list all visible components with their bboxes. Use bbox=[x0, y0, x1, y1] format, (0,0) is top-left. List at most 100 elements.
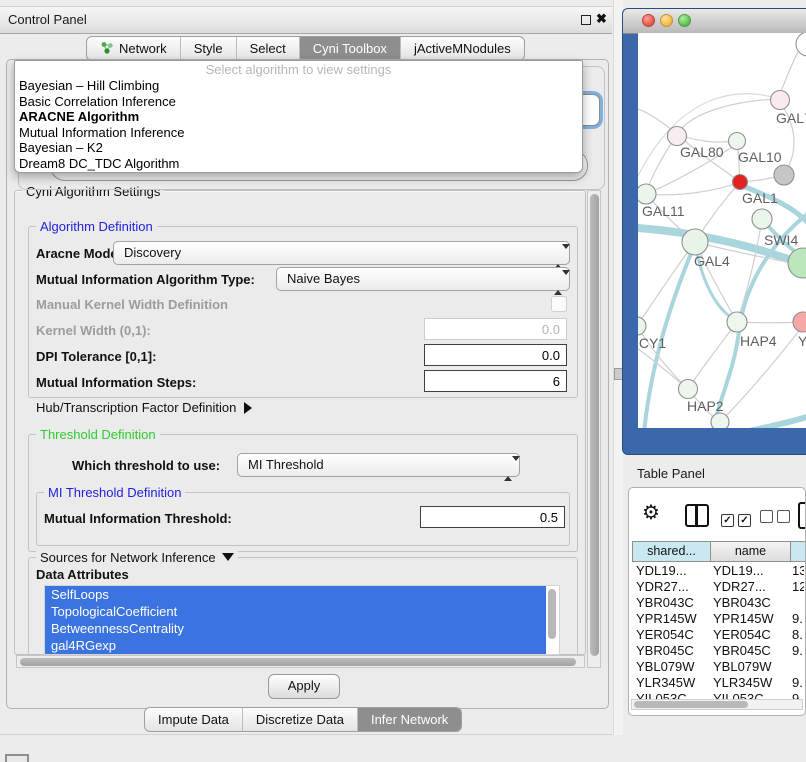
network-node[interactable] bbox=[733, 175, 748, 190]
table-cell: YLR345W bbox=[636, 675, 709, 691]
scrollbar-thumb[interactable] bbox=[20, 658, 576, 666]
tab-discretize-data[interactable]: Discretize Data bbox=[242, 708, 357, 731]
manual-kernel-checkbox[interactable] bbox=[551, 296, 567, 312]
gear-icon[interactable]: ⚙ bbox=[642, 500, 660, 525]
tab-cyni-toolbox[interactable]: Cyni Toolbox bbox=[299, 37, 400, 60]
dropdown-item-selected[interactable]: ARACNE Algorithm bbox=[15, 109, 582, 125]
dropdown-item[interactable]: Mutual Information Inference bbox=[15, 125, 582, 141]
table-row[interactable]: YDR27...YDR27...12 bbox=[632, 579, 804, 595]
settings-horizontal-scrollbar[interactable] bbox=[16, 655, 585, 668]
mi-type-combobox[interactable]: Naive Bayes bbox=[276, 267, 570, 291]
dpi-tolerance-field[interactable] bbox=[424, 344, 567, 366]
tab-impute-data[interactable]: Impute Data bbox=[145, 708, 242, 731]
network-node[interactable] bbox=[727, 312, 747, 332]
algorithm-definition-title: Algorithm Definition bbox=[36, 219, 157, 234]
attribute-item[interactable]: SelfLoops bbox=[45, 586, 546, 603]
tab-infer-network[interactable]: Infer Network bbox=[357, 708, 461, 731]
control-panel-titlebar: Control Panel ✖ bbox=[0, 6, 612, 34]
column-header-shared-name[interactable]: shared... bbox=[632, 541, 711, 562]
aracne-mode-combobox[interactable]: Discovery bbox=[113, 241, 570, 265]
table-cell: 9. bbox=[792, 675, 803, 691]
table-row[interactable]: YLR345WYLR345W9. bbox=[632, 675, 804, 691]
network-node[interactable] bbox=[668, 127, 687, 146]
attribute-item[interactable]: BetweennessCentrality bbox=[45, 620, 546, 637]
columns-icon[interactable] bbox=[685, 504, 709, 527]
network-node[interactable] bbox=[752, 209, 772, 229]
table-cell: YDL19... bbox=[713, 563, 789, 579]
zoom-traffic-light-icon[interactable] bbox=[678, 14, 691, 27]
table-body: YDL19...YDL19...13YDR27...YDR27...12YBR0… bbox=[632, 563, 804, 699]
settings-vertical-scrollbar[interactable] bbox=[587, 190, 601, 668]
network-node[interactable] bbox=[771, 91, 790, 110]
network-node[interactable] bbox=[638, 184, 656, 204]
node-label: GAL7 bbox=[776, 110, 806, 126]
mi-threshold-field[interactable] bbox=[420, 506, 565, 528]
attribute-item[interactable]: gal4RGexp bbox=[45, 637, 546, 654]
close-traffic-light-icon[interactable] bbox=[642, 14, 655, 27]
mi-threshold-definition-title: MI Threshold Definition bbox=[44, 485, 185, 500]
network-node[interactable] bbox=[729, 133, 746, 150]
tab-network[interactable]: Network bbox=[87, 37, 180, 60]
kernel-width-field[interactable] bbox=[424, 318, 567, 340]
minimized-panel-icon[interactable] bbox=[5, 754, 29, 762]
deselect-all-icon[interactable] bbox=[760, 510, 794, 528]
mi-steps-field[interactable] bbox=[424, 370, 567, 392]
network-canvas[interactable]: GAL7GAL80GAL10GAL1GAL11SWI4GAL4HAP4YGCY1… bbox=[638, 33, 806, 428]
network-node[interactable] bbox=[774, 165, 794, 185]
close-icon[interactable]: ✖ bbox=[596, 11, 607, 27]
table-row[interactable]: YBR045CYBR045C9. bbox=[632, 643, 804, 659]
attribute-item[interactable]: TopologicalCoefficient bbox=[45, 603, 546, 620]
tab-label: Infer Network bbox=[371, 712, 448, 727]
dropdown-item[interactable]: Bayesian – K2 bbox=[15, 140, 582, 156]
table-row[interactable]: YER054CYER054C8. bbox=[632, 627, 804, 643]
dropdown-item[interactable]: Basic Correlation Inference bbox=[15, 94, 582, 110]
sources-group-title[interactable]: Sources for Network Inference bbox=[36, 550, 238, 565]
network-node[interactable] bbox=[711, 413, 729, 428]
table-cell: YPR145W bbox=[636, 611, 709, 627]
column-header-name[interactable]: name bbox=[711, 541, 791, 562]
combo-stepper-icon bbox=[554, 272, 563, 287]
list-scrollbar[interactable] bbox=[547, 588, 557, 642]
minimize-traffic-light-icon[interactable] bbox=[660, 14, 673, 27]
float-window-icon[interactable] bbox=[581, 15, 591, 25]
select-all-icon[interactable]: ✓✓ bbox=[721, 510, 755, 528]
tab-label: jActiveMNodules bbox=[414, 41, 511, 56]
table-row[interactable]: YIL053CYIL053C9 bbox=[632, 691, 804, 699]
network-view-window[interactable]: GAL7GAL80GAL10GAL1GAL11SWI4GAL4HAP4YGCY1… bbox=[622, 8, 806, 455]
tab-select[interactable]: Select bbox=[236, 37, 299, 60]
scrollbar-thumb[interactable] bbox=[548, 589, 556, 639]
table-cell: YIL053C bbox=[713, 691, 789, 699]
network-node[interactable] bbox=[793, 312, 806, 332]
table-horizontal-scrollbar[interactable] bbox=[631, 699, 803, 710]
scrollbar-thumb[interactable] bbox=[634, 701, 748, 708]
new-table-icon[interactable] bbox=[798, 502, 806, 529]
column-header-partial[interactable] bbox=[791, 541, 806, 562]
table-row[interactable]: YBR043CYBR043C bbox=[632, 595, 804, 611]
table-cell: 12 bbox=[792, 579, 804, 595]
tab-jactivemnodules[interactable]: jActiveMNodules bbox=[400, 37, 524, 60]
node-label: HAP4 bbox=[740, 333, 777, 349]
dropdown-item[interactable]: Dream8 DC_TDC Algorithm bbox=[15, 156, 582, 172]
table-cell: YER054C bbox=[713, 627, 789, 643]
network-node[interactable] bbox=[638, 317, 646, 335]
network-canvas-svg: GAL7GAL80GAL10GAL1GAL11SWI4GAL4HAP4YGCY1… bbox=[638, 33, 806, 428]
control-panel-title: Control Panel bbox=[8, 12, 87, 27]
network-node[interactable] bbox=[682, 229, 708, 255]
network-edge[interactable] bbox=[666, 417, 806, 428]
network-node[interactable] bbox=[788, 248, 806, 278]
which-threshold-combobox[interactable]: MI Threshold bbox=[237, 453, 520, 477]
network-node[interactable] bbox=[679, 380, 698, 399]
tab-label: Impute Data bbox=[158, 712, 229, 727]
network-edge[interactable] bbox=[677, 99, 778, 134]
network-edge[interactable] bbox=[638, 242, 695, 326]
scrollbar-thumb[interactable] bbox=[590, 194, 599, 656]
dropdown-item[interactable]: Bayesian – Hill Climbing bbox=[15, 78, 582, 94]
tab-style[interactable]: Style bbox=[180, 37, 236, 60]
apply-button[interactable]: Apply bbox=[268, 674, 340, 699]
hub-definition-toggle[interactable]: Hub/Transcription Factor Definition bbox=[36, 400, 252, 415]
table-row[interactable]: YPR145WYPR145W9. bbox=[632, 611, 804, 627]
tab-label: Select bbox=[250, 41, 286, 56]
table-row[interactable]: YBL079WYBL079W bbox=[632, 659, 804, 675]
table-row[interactable]: YDL19...YDL19...13 bbox=[632, 563, 804, 579]
network-window-titlebar[interactable] bbox=[623, 9, 806, 34]
